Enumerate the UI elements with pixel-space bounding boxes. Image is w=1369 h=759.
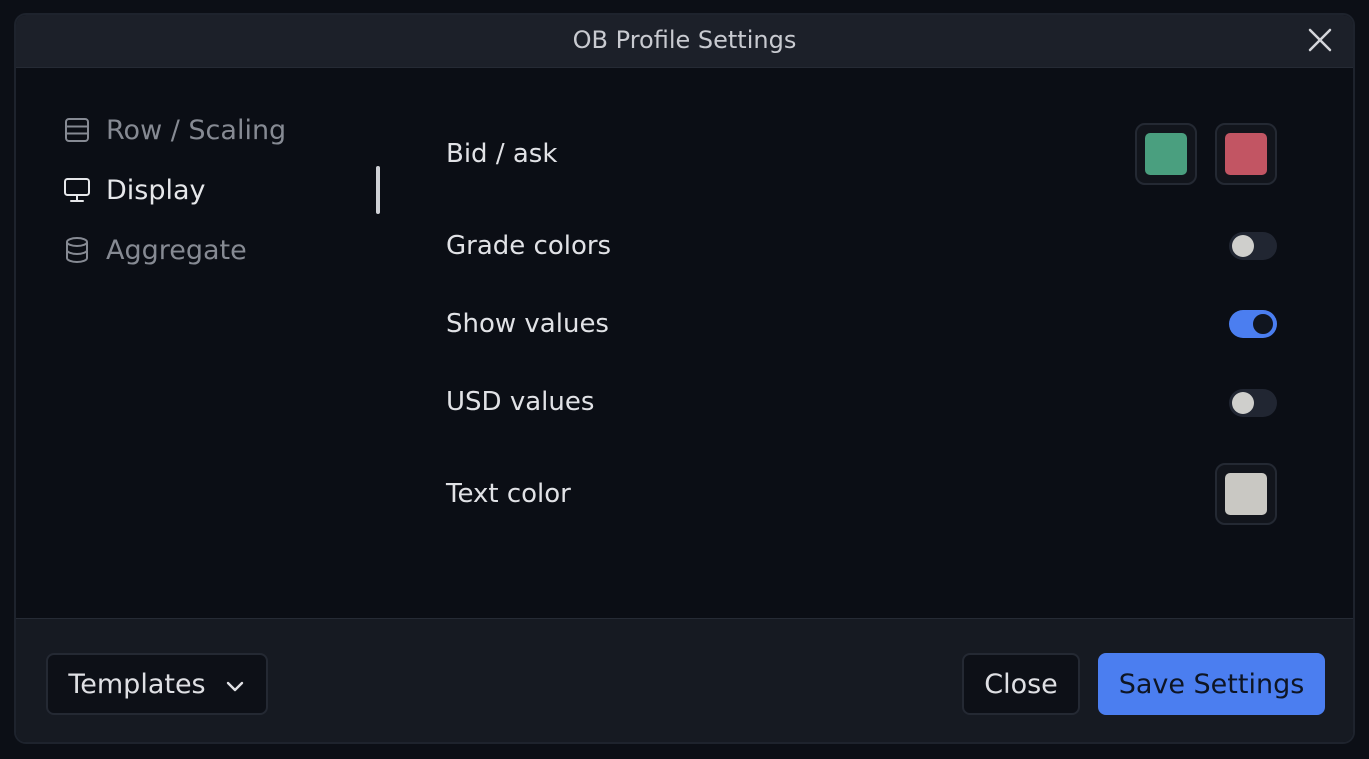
- save-settings-button[interactable]: Save Settings: [1098, 653, 1325, 715]
- text-color-fill: [1225, 473, 1267, 515]
- active-nav-indicator: [376, 166, 380, 214]
- bid-color-swatch[interactable]: [1135, 123, 1197, 185]
- templates-dropdown-button[interactable]: Templates: [46, 653, 268, 715]
- text-color-swatch[interactable]: [1215, 463, 1277, 525]
- monitor-icon: [62, 175, 92, 205]
- toggle-knob: [1232, 392, 1254, 414]
- show-values-label: Show values: [446, 309, 609, 339]
- ask-color-fill: [1225, 133, 1267, 175]
- profile-settings-dialog: OB Profile Settings Row / Scaling Displa…: [14, 13, 1355, 744]
- chevron-down-icon: [224, 673, 246, 695]
- toggle-knob: [1251, 312, 1275, 336]
- text-color-label: Text color: [446, 479, 571, 509]
- rows-icon: [62, 115, 92, 145]
- bid-color-fill: [1145, 133, 1187, 175]
- sidebar-item-label: Aggregate: [106, 234, 247, 266]
- sidebar-item-label: Row / Scaling: [106, 114, 287, 146]
- dialog-titlebar: OB Profile Settings: [16, 15, 1353, 68]
- sidebar-item-display[interactable]: Display: [62, 170, 206, 210]
- templates-label: Templates: [68, 668, 206, 700]
- usd-values-label: USD values: [446, 387, 595, 417]
- close-button[interactable]: Close: [962, 653, 1080, 715]
- sidebar-item-label: Display: [106, 174, 206, 206]
- dialog-footer: Templates Close Save Settings: [16, 618, 1353, 742]
- bid-ask-label: Bid / ask: [446, 139, 558, 169]
- close-icon[interactable]: [1305, 25, 1335, 55]
- database-icon: [62, 235, 92, 265]
- sidebar-item-aggregate[interactable]: Aggregate: [62, 230, 247, 270]
- ask-color-swatch[interactable]: [1215, 123, 1277, 185]
- grade-colors-label: Grade colors: [446, 231, 612, 261]
- grade-colors-toggle[interactable]: [1229, 232, 1277, 260]
- toggle-knob: [1232, 235, 1254, 257]
- usd-values-toggle[interactable]: [1229, 389, 1277, 417]
- sidebar-item-row-scaling[interactable]: Row / Scaling: [62, 110, 286, 150]
- dialog-title: OB Profile Settings: [572, 26, 797, 54]
- show-values-toggle[interactable]: [1229, 310, 1277, 338]
